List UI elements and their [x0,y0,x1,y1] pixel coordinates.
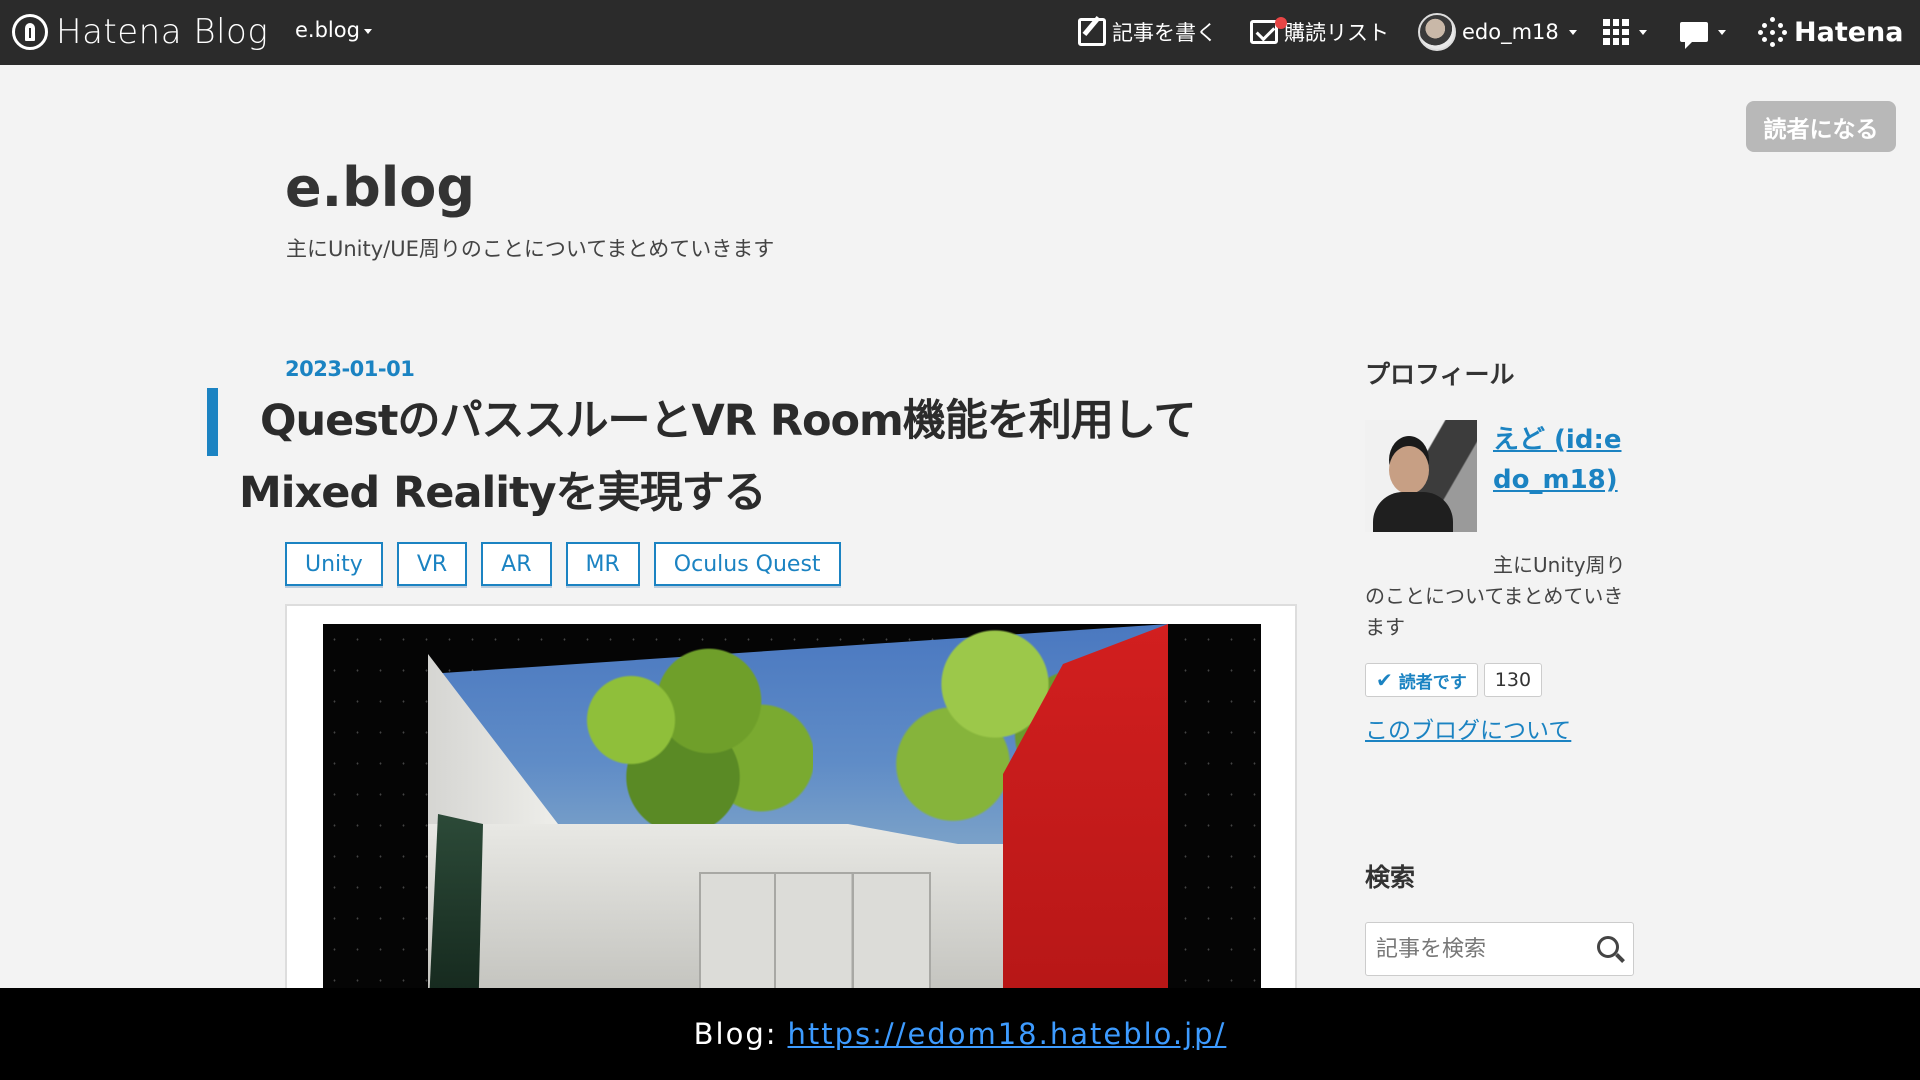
profile-photo[interactable] [1365,420,1477,532]
username: edo_m18 [1462,20,1559,44]
check-icon: ✔ [1376,668,1393,692]
hatena-label: Hatena [1794,16,1904,48]
article-title-line1: QuestのパススルーとVR Room機能を利用して [260,396,1197,446]
avatar [1418,13,1456,51]
blog-switch-menu[interactable]: e.blog [295,18,372,42]
write-article-button[interactable]: 記事を書く [1078,12,1217,52]
tag-oculus-quest[interactable]: Oculus Quest [653,542,841,586]
hatena-link[interactable]: Hatena [1758,12,1903,52]
top-bar: Hatena Blog e.blog 記事を書く 購読リスト edo_m18 H… [0,0,1920,65]
chevron-down-icon [1568,29,1577,35]
tag-list: Unity VR AR MR Oculus Quest [285,542,841,586]
write-article-label: 記事を書く [1112,21,1217,45]
profile-name-link[interactable]: えど (id:edo_m18) [1493,420,1638,500]
search-box [1365,922,1634,976]
chevron-down-icon [363,28,372,34]
search-heading: 検索 [1365,863,1416,892]
hatena-dots-icon [1758,17,1788,47]
mail-icon [1250,17,1287,44]
caption-bar: Blog: https://edom18.hateblo.jp/ [0,988,1920,1080]
article-title-line2: Mixed Realityを実現する [239,468,767,518]
blog-title[interactable]: e.blog [285,156,475,219]
tag-unity[interactable]: Unity [285,542,383,586]
apps-grid-icon [1603,19,1629,45]
apps-menu[interactable] [1603,12,1647,52]
search-icon[interactable] [1597,936,1619,958]
notification-dot [1275,17,1287,29]
user-menu[interactable]: edo_m18 [1418,12,1577,52]
tag-mr[interactable]: MR [565,542,640,586]
search-input[interactable] [1366,923,1586,975]
pen-nib-icon [12,14,48,50]
blog-url-link[interactable]: https://edom18.hateblo.jp/ [788,1017,1227,1051]
reading-list-button[interactable]: 購読リスト [1250,12,1389,52]
blog-menu-label: e.blog [295,18,360,42]
hatena-blog-logo[interactable]: Hatena Blog [12,12,268,52]
mixed-reality-video[interactable] [323,624,1261,1024]
edit-icon [1078,18,1106,46]
following-label: 読者です [1398,672,1467,693]
tag-vr[interactable]: VR [396,542,468,586]
article-date[interactable]: 2023-01-01 [285,357,415,381]
tag-ar[interactable]: AR [481,542,552,586]
profile-heading: プロフィール [1365,360,1515,389]
article-media [285,604,1297,1024]
about-blog-link[interactable]: このブログについて [1365,711,1571,745]
article-title[interactable]: QuestのパススルーとVR Room機能を利用して Mixed Reality… [239,385,1320,529]
chevron-down-icon [1639,29,1647,35]
chevron-down-icon [1718,29,1726,35]
profile-description: 主にUnity周りのことについてまとめていきます [1365,553,1626,639]
notifications-menu[interactable] [1680,12,1726,52]
speech-bubble-icon [1680,22,1708,49]
title-accent-bar [207,388,218,456]
following-button[interactable]: ✔ 読者です [1365,663,1478,697]
subscribe-button[interactable]: 読者になる [1746,101,1896,152]
reading-list-label: 購読リスト [1284,21,1389,45]
logo-text: Hatena Blog [56,12,269,52]
caption-label: Blog: [693,1017,778,1051]
follower-count[interactable]: 130 [1483,663,1543,697]
blog-description: 主にUnity/UE周りのことについてまとめていきます [286,237,775,261]
follow-row: ✔ 読者です 130 [1365,663,1543,697]
